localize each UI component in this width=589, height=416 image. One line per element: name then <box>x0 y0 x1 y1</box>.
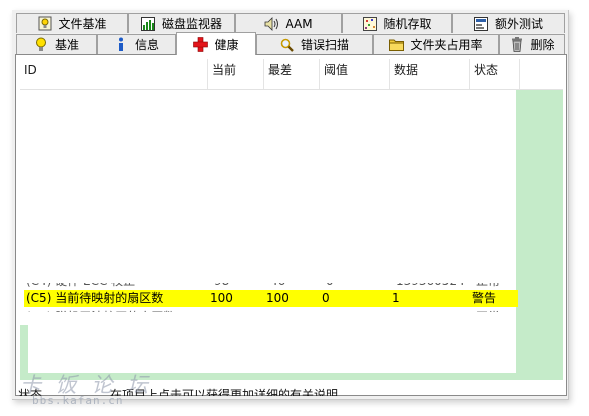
tab-label: 信息 <box>134 38 159 52</box>
health-panel: ID 当前 最差 阈值 数据 状态 (C4) 硬件 ECC 校正 98 46 0… <box>15 54 567 396</box>
cell-status: 正常 <box>474 283 500 290</box>
tab-label: 错误扫描 <box>300 38 349 52</box>
smart-attribute-list[interactable]: ID 当前 最差 阈值 数据 状态 (C4) 硬件 ECC 校正 98 46 0… <box>20 59 563 380</box>
list-lower-area <box>28 315 516 373</box>
list-header: ID 当前 最差 阈值 数据 状态 <box>20 59 563 90</box>
tab-label: 文件基准 <box>58 17 107 31</box>
extra-tests-icon <box>474 16 489 31</box>
tab-label: 额外测试 <box>494 17 543 31</box>
tab-random-access[interactable]: 随机存取 <box>342 13 452 33</box>
table-row[interactable]: (C4) 硬件 ECC 校正 98 46 0 139360524 正常 <box>24 283 518 290</box>
cell-current: 100 <box>210 291 233 305</box>
cell-current: 98 <box>212 283 229 290</box>
trash-icon <box>509 37 524 52</box>
tab-label: 删除 <box>530 38 555 52</box>
tab-label: AAM <box>285 16 313 31</box>
cell-data: 1 <box>392 291 400 305</box>
magnifier-icon <box>280 37 295 52</box>
tab-aam[interactable]: AAM <box>235 13 342 33</box>
tab-error-scan[interactable]: 错误扫描 <box>256 34 373 54</box>
cell-worst: 100 <box>268 309 293 312</box>
cell-data: 139360524 <box>394 283 465 290</box>
lightbulb-file-icon <box>37 16 52 31</box>
table-row-clipped-top[interactable]: (C4) 硬件 ECC 校正 98 46 0 139360524 正常 <box>20 283 563 290</box>
cell-worst: 46 <box>268 283 285 290</box>
bar-chart-icon <box>141 16 156 31</box>
cell-current: 100 <box>212 309 237 312</box>
column-header-status[interactable]: 状态 <box>470 59 520 89</box>
table-row-selected[interactable]: (C5) 当前待映射的扇区数 100 100 0 1 警告 <box>24 290 518 307</box>
speaker-icon <box>264 16 279 31</box>
tab-disk-monitor[interactable]: 磁盘监视器 <box>128 13 235 33</box>
tab-file-benchmark[interactable]: 文件基准 <box>16 13 128 33</box>
table-row-clipped-bottom[interactable]: (C6) 脱机无法校正的扇区数 100 100 0 1 正常 <box>20 307 563 312</box>
cell-worst: 100 <box>266 291 289 305</box>
tab-erase[interactable]: 删除 <box>499 34 565 54</box>
column-header-threshold[interactable]: 阈值 <box>320 59 390 89</box>
tab-extra-tests[interactable]: 额外测试 <box>452 13 565 33</box>
cell-id: (C6) 脱机无法校正的扇区数 <box>24 309 175 312</box>
column-header-data[interactable]: 数据 <box>390 59 470 89</box>
cell-id: (C5) 当前待映射的扇区数 <box>26 291 164 305</box>
tab-label: 磁盘监视器 <box>161 17 222 31</box>
folder-icon <box>389 37 405 52</box>
random-access-icon <box>362 16 377 31</box>
tab-label: 基准 <box>54 38 79 52</box>
lightbulb-icon <box>34 37 49 52</box>
tab-label: 健康 <box>214 37 239 52</box>
watermark-url: bbs.kafan.cn <box>32 394 124 407</box>
cell-data: 1 <box>394 309 404 312</box>
tab-health[interactable]: 健康 <box>176 32 256 55</box>
cell-threshold: 0 <box>324 283 334 290</box>
tab-benchmark[interactable]: 基准 <box>16 34 97 54</box>
cell-status: 警告 <box>472 291 497 305</box>
cell-status: 正常 <box>474 309 500 312</box>
info-icon <box>114 37 129 52</box>
tab-label: 文件夹占用率 <box>410 38 483 52</box>
tab-info[interactable]: 信息 <box>97 34 176 54</box>
tab-label: 随机存取 <box>383 17 432 31</box>
column-header-current[interactable]: 当前 <box>208 59 264 89</box>
column-header-worst[interactable]: 最差 <box>264 59 320 89</box>
cell-threshold: 0 <box>322 291 330 305</box>
cell-id: (C4) 硬件 ECC 校正 <box>24 283 135 290</box>
app-window: 文件基准 磁盘监视器 AAM 随机存取 额外测试 基准 信息 健康 错误扫描 文… <box>12 10 569 400</box>
cell-threshold: 0 <box>324 309 334 312</box>
red-cross-icon <box>193 36 209 52</box>
tab-folder-usage[interactable]: 文件夹占用率 <box>373 34 499 54</box>
table-row[interactable]: (C6) 脱机无法校正的扇区数 100 100 0 1 正常 <box>24 309 518 312</box>
column-header-id[interactable]: ID <box>20 59 208 89</box>
